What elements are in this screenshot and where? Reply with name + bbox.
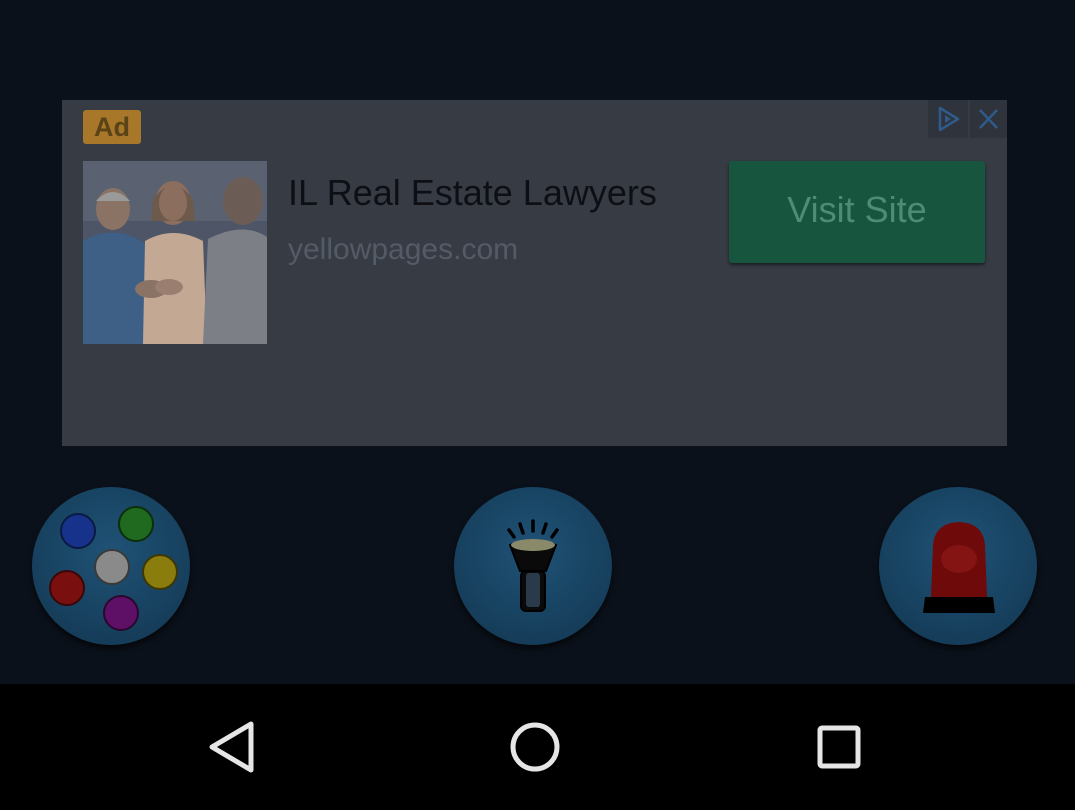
siren-icon [923, 522, 995, 613]
ad-image[interactable] [83, 161, 267, 344]
home-button[interactable] [475, 684, 595, 810]
police-light-button[interactable] [879, 487, 1037, 645]
ad-title[interactable]: IL Real Estate Lawyers [288, 172, 657, 214]
close-icon[interactable] [970, 100, 1007, 138]
ad-badge: Ad [83, 110, 141, 144]
flashlight-button[interactable] [454, 487, 612, 645]
visit-site-button[interactable]: Visit Site [729, 161, 985, 263]
flashlight-icon [507, 519, 559, 612]
ad-choices-icon[interactable] [928, 100, 968, 138]
color-palette-button[interactable] [32, 487, 190, 645]
back-button[interactable] [175, 684, 295, 810]
recents-square-icon [817, 725, 861, 769]
recents-button[interactable] [779, 684, 899, 810]
back-triangle-icon [209, 721, 254, 773]
navigation-bar [0, 684, 1075, 810]
ad-url[interactable]: yellowpages.com [288, 233, 518, 267]
app-area: Ad IL Real Estate Lawyers yellowpages.co… [0, 0, 1075, 684]
screen: Ad IL Real Estate Lawyers yellowpages.co… [0, 0, 1075, 810]
palette-icon [49, 506, 178, 631]
home-circle-icon [510, 722, 560, 772]
